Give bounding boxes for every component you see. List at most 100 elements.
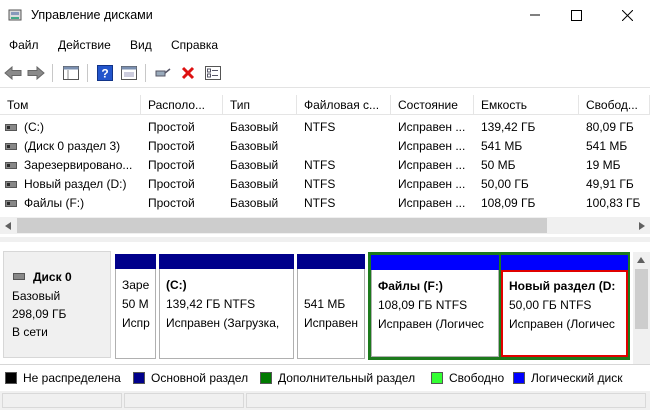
cell-type: Базовый xyxy=(230,196,279,210)
legend: Не распределена Основной раздел Дополнит… xyxy=(0,364,650,390)
table-row[interactable]: Зарезервировано... Простой Базовый NTFS … xyxy=(0,156,640,175)
legend-label: Основной раздел xyxy=(151,371,249,385)
disk-management-app-icon xyxy=(8,8,22,22)
maximize-button[interactable] xyxy=(553,0,599,30)
connect-icon[interactable] xyxy=(154,64,172,82)
partition-name: Заре xyxy=(122,278,150,292)
disk-0-label[interactable]: Диск 0 Базовый 298,09 ГБ В сети xyxy=(3,251,111,358)
partition-bar xyxy=(159,254,294,269)
legend-label: Не распределена xyxy=(23,371,121,385)
horizontal-scrollbar[interactable] xyxy=(0,217,650,234)
cell-type: Базовый xyxy=(230,158,279,172)
column-header-capacity[interactable]: Емкость xyxy=(474,95,579,115)
extended-partition[interactable]: Файлы (F:) 108,09 ГБ NTFS Исправен (Логи… xyxy=(368,252,630,360)
partition-size: 139,42 ГБ NTFS xyxy=(166,297,256,311)
partition-status: Исправен xyxy=(304,316,359,330)
scrollbar-thumb[interactable] xyxy=(17,218,547,233)
back-icon[interactable] xyxy=(4,64,22,82)
column-header-type[interactable]: Тип xyxy=(223,95,297,115)
minimize-button[interactable] xyxy=(512,0,558,30)
partition-reserved[interactable]: Заре 50 М Испр xyxy=(115,254,156,359)
cell-layout: Простой xyxy=(148,177,195,191)
cell-volume: Зарезервировано... xyxy=(24,158,133,172)
column-header-layout[interactable]: Располо... xyxy=(141,95,223,115)
cell-free: 19 МБ xyxy=(586,158,621,172)
cell-volume: (C:) xyxy=(24,120,44,134)
partition-status: Исправен (Загрузка, xyxy=(166,316,280,330)
volume-icon xyxy=(5,200,17,207)
volume-icon xyxy=(5,181,17,188)
volume-icon xyxy=(5,124,17,131)
partition-name: Новый раздел (D: xyxy=(509,279,616,293)
cell-filesystem: NTFS xyxy=(304,120,336,134)
close-button[interactable] xyxy=(604,0,650,30)
scrollbar-thumb[interactable] xyxy=(635,269,648,329)
column-header-status[interactable]: Состояние xyxy=(391,95,474,115)
cell-capacity: 139,42 ГБ xyxy=(481,120,536,134)
cell-layout: Простой xyxy=(148,158,195,172)
cell-status: Исправен ... xyxy=(398,120,466,134)
status-pane xyxy=(124,393,244,408)
scroll-right-icon[interactable] xyxy=(639,222,645,230)
cell-free: 541 МБ xyxy=(586,139,628,153)
cell-capacity: 50 МБ xyxy=(481,158,516,172)
disk-type: Базовый xyxy=(12,289,61,303)
cell-filesystem: NTFS xyxy=(304,196,336,210)
checklist-icon[interactable] xyxy=(204,64,222,82)
cell-capacity: 541 МБ xyxy=(481,139,523,153)
column-header-filesystem[interactable]: Файловая с... xyxy=(297,95,391,115)
partition-d-selected[interactable]: Новый раздел (D: 50,00 ГБ NTFS Исправен … xyxy=(501,255,628,357)
partition-bar xyxy=(297,254,365,269)
legend-label: Логический диск xyxy=(531,371,623,385)
disk-size: 298,09 ГБ xyxy=(12,307,67,321)
disk-graphical-view: Диск 0 Базовый 298,09 ГБ В сети Заре 50 … xyxy=(0,242,650,362)
legend-swatch xyxy=(260,372,272,384)
status-pane xyxy=(246,393,646,408)
partition-f[interactable]: Файлы (F:) 108,09 ГБ NTFS Исправен (Логи… xyxy=(371,255,499,357)
menu-view[interactable]: Вид xyxy=(130,38,152,52)
status-bar xyxy=(0,391,650,410)
toolbar: ? xyxy=(0,58,650,88)
help-icon[interactable]: ? xyxy=(96,64,114,82)
column-header-free[interactable]: Свобод... xyxy=(579,95,650,115)
table-row[interactable]: Новый раздел (D:) Простой Базовый NTFS И… xyxy=(0,175,640,194)
column-header-volume[interactable]: Том xyxy=(0,95,141,115)
delete-icon[interactable] xyxy=(179,64,197,82)
cell-type: Базовый xyxy=(230,177,279,191)
legend-label: Дополнительный раздел xyxy=(278,371,416,385)
partition-size: 50 М xyxy=(122,297,149,311)
table-row[interactable]: (C:) Простой Базовый NTFS Исправен ... 1… xyxy=(0,118,640,137)
console-view-icon[interactable] xyxy=(120,64,138,82)
table-row[interactable]: Файлы (F:) Простой Базовый NTFS Исправен… xyxy=(0,194,640,213)
partition-name xyxy=(304,276,364,295)
partition-name: (C:) xyxy=(166,278,187,292)
cell-type: Базовый xyxy=(230,120,279,134)
partition-bar xyxy=(501,255,628,270)
menu-file[interactable]: Файл xyxy=(9,38,39,52)
menu-bar: Файл Действие Вид Справка xyxy=(0,34,650,56)
title-bar: Управление дисками xyxy=(0,0,650,32)
legend-swatch xyxy=(5,372,17,384)
partition-recovery[interactable]: 541 МБ Исправен xyxy=(297,254,365,359)
cell-volume: (Диск 0 раздел 3) xyxy=(24,139,121,153)
properties-panel-icon[interactable] xyxy=(62,64,80,82)
disk-status: В сети xyxy=(12,325,48,339)
cell-layout: Простой xyxy=(148,120,195,134)
vertical-scrollbar[interactable] xyxy=(633,252,650,364)
forward-icon[interactable] xyxy=(27,64,45,82)
volume-icon xyxy=(5,162,17,169)
partition-status: Исправен (Логичес xyxy=(378,317,484,331)
legend-label: Свободно xyxy=(449,371,505,385)
scroll-up-icon[interactable] xyxy=(637,257,645,263)
menu-action[interactable]: Действие xyxy=(58,38,111,52)
scroll-left-icon[interactable] xyxy=(5,222,11,230)
partition-size: 108,09 ГБ NTFS xyxy=(378,298,468,312)
partition-status: Испр xyxy=(122,316,150,330)
menu-help[interactable]: Справка xyxy=(171,38,218,52)
table-row[interactable]: (Диск 0 раздел 3) Простой Базовый Исправ… xyxy=(0,137,640,156)
window-title: Управление дисками xyxy=(31,8,153,22)
cell-layout: Простой xyxy=(148,139,195,153)
cell-type: Базовый xyxy=(230,139,279,153)
partition-c[interactable]: (C:) 139,42 ГБ NTFS Исправен (Загрузка, xyxy=(159,254,294,359)
cell-layout: Простой xyxy=(148,196,195,210)
